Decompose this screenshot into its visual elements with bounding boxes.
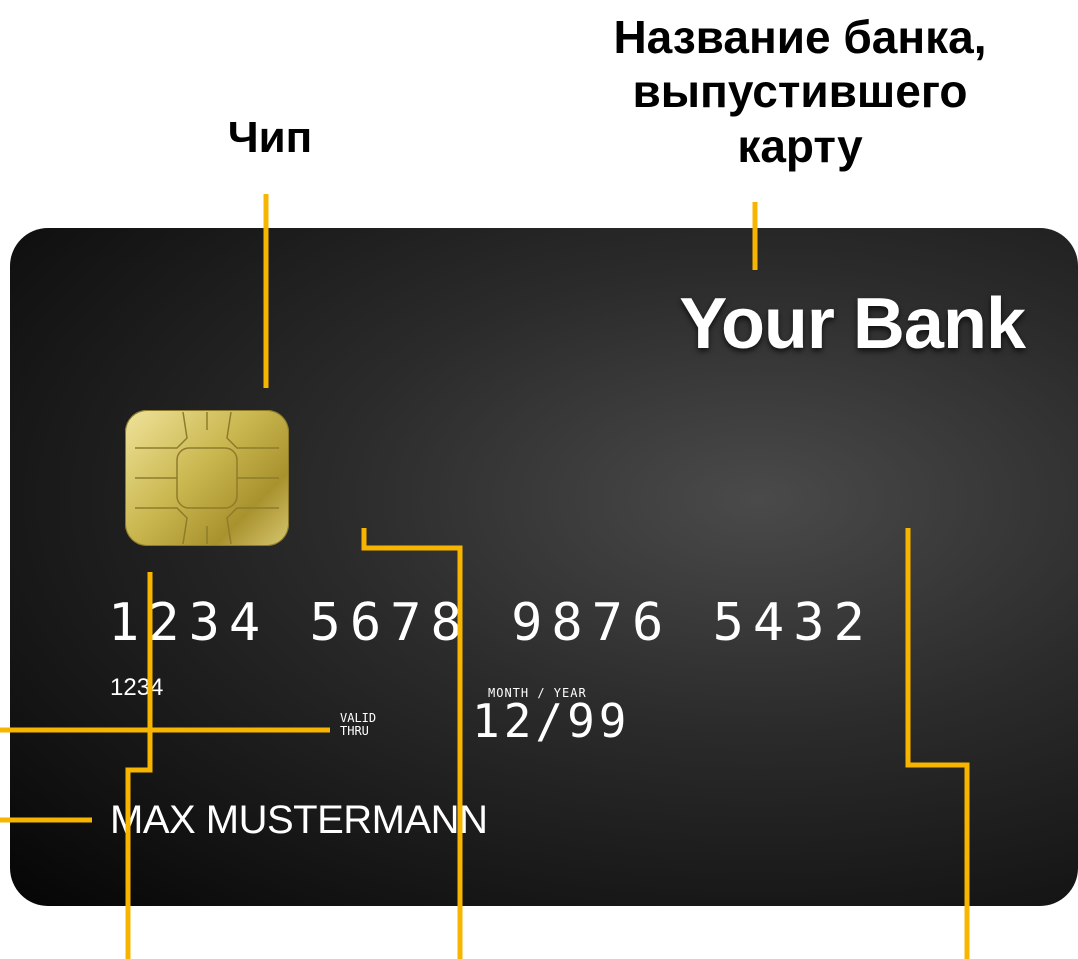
number-leader-line (125, 572, 153, 959)
right-leader-line (905, 528, 970, 959)
middle-leader-line (361, 528, 463, 959)
leader-lines (0, 194, 970, 959)
